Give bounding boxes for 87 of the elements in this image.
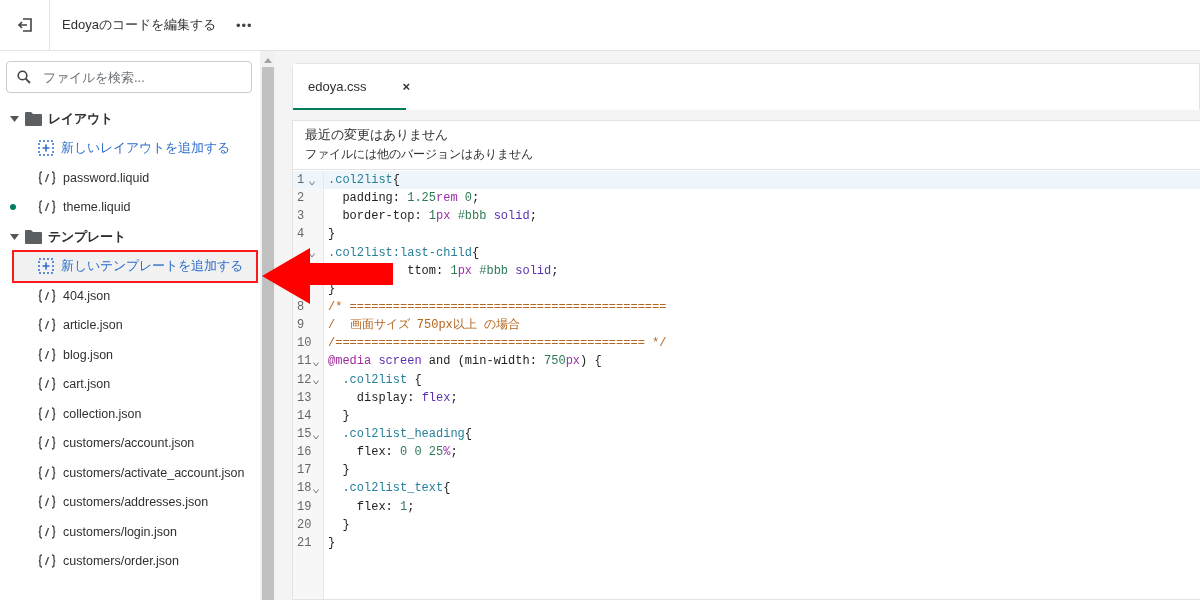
code-file-icon — [38, 436, 56, 451]
code-file-icon — [38, 170, 56, 185]
code-line: padding: 1.25rem 0; — [341, 191, 480, 206]
line-number: 19 — [297, 498, 312, 516]
code-line: } — [328, 535, 336, 550]
code-file-icon — [38, 465, 56, 480]
page-title: Edoyaのコードを編集する — [62, 16, 216, 34]
scrollbar-thumb[interactable] — [261, 67, 274, 600]
line-number: 2 — [297, 190, 306, 208]
code-file-icon — [38, 377, 56, 392]
more-button[interactable]: ••• — [231, 15, 257, 35]
file-item[interactable]: 404.json — [14, 281, 256, 311]
code-line: .col2list_text{ — [341, 481, 451, 496]
file-item[interactable]: cart.json — [14, 369, 256, 399]
line-number: 11 — [297, 353, 312, 371]
file-item[interactable]: blog.json — [14, 340, 256, 370]
exit-icon — [16, 17, 33, 33]
code-line: /* ============================================ — [328, 300, 667, 314]
line-number: 13 — [297, 389, 312, 407]
code-line: @media screen and (min-width: 750px) { — [328, 354, 602, 369]
line-number: 10 — [297, 335, 312, 353]
file-item[interactable]: customers/login.json — [14, 517, 256, 547]
code-line: flex: 1; — [355, 499, 415, 514]
code-file-icon — [38, 318, 56, 333]
line-number: 4 — [297, 226, 306, 244]
file-item[interactable]: customers/account.json — [14, 428, 256, 458]
line-number: 15 — [297, 425, 312, 443]
fold-icon[interactable] — [313, 434, 320, 440]
code-file-icon — [38, 495, 56, 510]
code-file-icon — [38, 347, 56, 362]
line-number: 1 — [297, 172, 306, 189]
file-item[interactable]: customers/activate_account.json — [14, 458, 256, 488]
add-file-icon — [38, 140, 54, 157]
line-number: 12 — [297, 371, 312, 389]
line-number: 18 — [297, 480, 312, 498]
code-line: display: flex; — [355, 390, 458, 405]
folder-name: レイアウト — [48, 109, 113, 128]
line-number: 17 — [297, 462, 312, 480]
code-file-icon — [38, 554, 56, 569]
scroll-up-icon[interactable] — [263, 57, 272, 63]
code-line: .col2list:last-child{ — [328, 245, 480, 260]
code-line: flex: 0 0 25%; — [355, 445, 458, 460]
line-number: 16 — [297, 444, 312, 462]
fold-icon[interactable] — [313, 488, 320, 494]
file-item[interactable]: article.json — [14, 310, 256, 340]
code-line: } — [341, 463, 350, 478]
fold-icon[interactable] — [309, 180, 315, 186]
fold-icon[interactable] — [313, 361, 320, 367]
code-line: .col2list { — [341, 372, 422, 387]
file-item[interactable]: customers/order.json — [14, 546, 256, 576]
folder-row[interactable]: レイアウト — [0, 104, 260, 134]
line-number: 9 — [297, 317, 306, 335]
code-line: } — [341, 517, 350, 532]
add-file-icon — [38, 258, 54, 275]
search-icon — [17, 70, 31, 84]
line-number: 14 — [297, 407, 312, 425]
code-file-icon — [38, 288, 56, 303]
code-file-icon — [38, 406, 56, 421]
code-file-icon — [38, 200, 56, 215]
folder-row[interactable]: テンプレート — [0, 222, 260, 252]
code-line: / 画面サイズ 750px以上 の場合 — [328, 318, 520, 333]
file-item[interactable]: password.liquid — [14, 163, 256, 193]
add-file-item[interactable]: 新しいレイアウトを追加する — [14, 133, 256, 163]
code-line: } — [341, 408, 350, 423]
folder-icon — [25, 229, 42, 244]
code-file-icon — [38, 524, 56, 539]
file-item[interactable]: theme.liquid — [14, 192, 256, 222]
notice-text: ファイルには他のバージョンはありません — [305, 146, 534, 163]
file-item[interactable]: customers/addresses.json — [14, 487, 256, 517]
notice-text: 最近の変更はありません — [305, 127, 449, 144]
line-number: 21 — [297, 534, 312, 552]
line-number: 20 — [297, 516, 312, 534]
code-line: ttom: 1px #bbb solid; — [407, 263, 559, 278]
code-line: border-top: 1px #bbb solid; — [341, 209, 537, 224]
code-line: /=========================================== */ — [328, 336, 667, 351]
code-line: .col2list{ — [328, 173, 400, 187]
search-field[interactable]: ファイルを検索... — [6, 61, 252, 93]
folder-name: テンプレート — [48, 227, 126, 246]
folder-icon — [25, 111, 42, 126]
fold-icon[interactable] — [309, 253, 315, 259]
code-line: .col2list_heading{ — [341, 426, 473, 441]
code-line: } — [328, 227, 336, 242]
line-number: 8 — [297, 299, 306, 316]
line-number: 3 — [297, 208, 306, 226]
fold-icon[interactable] — [313, 380, 320, 386]
file-item[interactable]: collection.json — [14, 399, 256, 429]
add-file-item[interactable]: 新しいテンプレートを追加する — [14, 251, 256, 281]
